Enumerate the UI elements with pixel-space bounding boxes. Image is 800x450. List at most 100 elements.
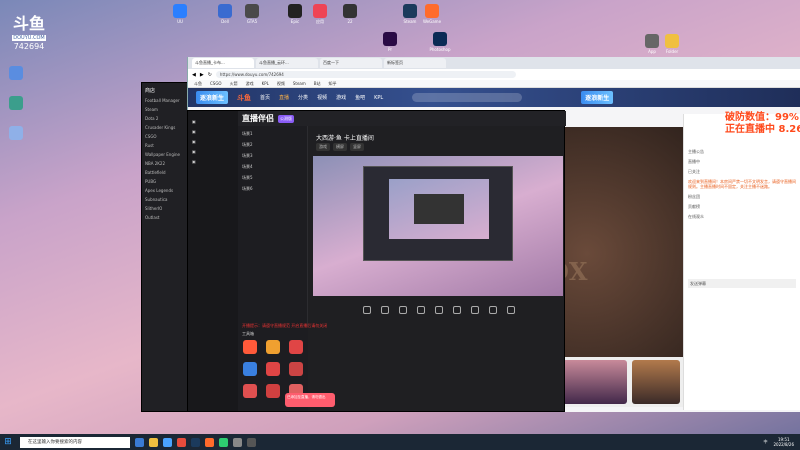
bookmark-item[interactable]: B站: [314, 80, 321, 87]
nav-item[interactable]: 游戏: [336, 94, 346, 101]
edge-icon[interactable]: [163, 437, 172, 447]
bookmark-item[interactable]: 游戏: [246, 80, 254, 87]
nested-preview: [363, 166, 513, 261]
tool-icon[interactable]: [266, 384, 280, 398]
douyu-logo-nav[interactable]: 斗鱼: [237, 93, 251, 103]
taskbar-search-input[interactable]: 在这里输入你要搜索的内容: [20, 436, 130, 448]
desktop-icon[interactable]: UU: [168, 4, 192, 24]
tool-icon[interactable]: [289, 340, 303, 354]
scene-item[interactable]: 场景3: [242, 153, 303, 159]
site-search-input[interactable]: [412, 93, 523, 102]
forward-icon[interactable]: ▶: [200, 72, 204, 78]
desktop-icon-image: [288, 4, 302, 18]
desktop-icon[interactable]: 22: [338, 4, 362, 24]
desktop-icon[interactable]: 应用: [308, 4, 332, 24]
desktop-icon-left-2[interactable]: [4, 96, 28, 111]
steam-icon[interactable]: [191, 437, 200, 447]
preview-title: 大西游·鱼 卡上直播间: [316, 135, 374, 142]
browser-tab[interactable]: 百度一下: [320, 58, 382, 68]
desktop-icon-left-1[interactable]: [4, 66, 28, 81]
screen-icon[interactable]: [381, 306, 389, 314]
image-icon[interactable]: [435, 306, 443, 314]
sidebar-item[interactable]: ▣: [192, 149, 234, 154]
scene-item[interactable]: 场景2: [242, 142, 303, 148]
bookmark-item[interactable]: 知乎: [329, 80, 337, 87]
nav-item[interactable]: KPL: [374, 95, 383, 101]
scene-item[interactable]: 场景5: [242, 175, 303, 181]
ime-indicator[interactable]: 中: [763, 439, 767, 445]
desktop-icon[interactable]: WeGame: [420, 4, 444, 24]
bookmark-item[interactable]: CSGO: [210, 80, 222, 87]
back-icon[interactable]: ◀: [192, 72, 196, 78]
scene-item[interactable]: 场景4: [242, 164, 303, 170]
bookmark-item[interactable]: 斗鱼: [194, 80, 202, 87]
sidebar-item[interactable]: ▣: [192, 139, 234, 144]
text-icon[interactable]: [453, 306, 461, 314]
desktop-icon[interactable]: Folder: [660, 34, 684, 54]
tool-icon[interactable]: [243, 384, 257, 398]
clock-date: 2022/8/26: [773, 442, 794, 447]
taskview-icon[interactable]: [135, 437, 144, 447]
preview-tab[interactable]: 游戏: [316, 143, 330, 151]
douyu-domain: DOUYU.COM: [12, 35, 46, 41]
wechat-icon[interactable]: [219, 437, 228, 447]
bookmark-item[interactable]: Steam: [293, 80, 306, 87]
desktop-icon[interactable]: GTA5: [240, 4, 264, 24]
desktop-icon[interactable]: Epic: [283, 4, 307, 24]
settings-icon[interactable]: [507, 306, 515, 314]
recommend-thumb[interactable]: [632, 360, 680, 404]
desktop-icon[interactable]: Photoshop: [428, 32, 452, 52]
beta-badge: 公测版: [278, 114, 294, 123]
sidebar-item[interactable]: ▣: [192, 159, 234, 164]
app-icon[interactable]: [233, 437, 242, 447]
douyu-icon[interactable]: [205, 437, 214, 447]
desktop-icon-image: [245, 4, 259, 18]
sidebar-item[interactable]: ▣: [192, 119, 234, 124]
bookmark-item[interactable]: 火箭: [230, 80, 238, 87]
stream-preview[interactable]: [313, 156, 563, 296]
desktop-icon-label: Steam: [403, 19, 417, 24]
desktop-icon-left-3[interactable]: [4, 126, 28, 141]
desktop-icon-label: 应用: [316, 19, 324, 24]
site-brand[interactable]: 逐浪新生: [196, 91, 229, 104]
danmu-input[interactable]: 发送弹幕: [688, 279, 796, 288]
clock[interactable]: 19:51 2022/8/26: [773, 437, 794, 447]
bookmark-item[interactable]: 视频: [277, 80, 285, 87]
room-number: 742694: [13, 42, 45, 51]
url-input[interactable]: https://www.douyu.com/742694: [215, 71, 516, 78]
desktop-icon[interactable]: Dell: [213, 4, 237, 24]
browser-tab[interactable]: 斗鱼直播_卡布...: [192, 58, 254, 68]
sidebar-item[interactable]: ▣: [192, 129, 234, 134]
browser-tab[interactable]: 斗鱼直播_云环...: [256, 58, 318, 68]
window-icon[interactable]: [399, 306, 407, 314]
desktop-icon[interactable]: Steam: [398, 4, 422, 24]
preview-tab[interactable]: 竖屏: [350, 143, 364, 151]
speaker-icon[interactable]: [489, 306, 497, 314]
site-navbar: 逐浪新生 斗鱼 首页 直播 分类 视频 游戏 鱼吧 KPL 逐浪新生: [188, 88, 800, 107]
explorer-icon[interactable]: [149, 437, 158, 447]
bookmark-item[interactable]: KPL: [262, 80, 269, 87]
tool-icon[interactable]: [243, 340, 257, 354]
scene-item[interactable]: 场景6: [242, 186, 303, 192]
nav-item[interactable]: 直播: [279, 94, 289, 101]
refresh-icon[interactable]: ↻: [208, 72, 212, 78]
preview-tab[interactable]: 横屏: [333, 143, 347, 151]
nav-item[interactable]: 分类: [298, 94, 308, 101]
nav-item[interactable]: 鱼吧: [355, 94, 365, 101]
app-icon[interactable]: [247, 437, 256, 447]
tool-icon[interactable]: [289, 362, 303, 376]
desktop-icon[interactable]: Pr: [378, 32, 402, 52]
game-icon[interactable]: [417, 306, 425, 314]
nav-item[interactable]: 视频: [317, 94, 327, 101]
scene-item[interactable]: 场景1: [242, 131, 303, 137]
mic-icon[interactable]: [471, 306, 479, 314]
windows-start-icon[interactable]: ⊞: [0, 434, 16, 450]
browser-tab[interactable]: 新标签页: [384, 58, 446, 68]
companion-status: 开播提示：请遵守直播规范 开启直播后请勿关闭: [242, 323, 328, 328]
tool-icon[interactable]: [266, 362, 280, 376]
tool-icon[interactable]: [266, 340, 280, 354]
tool-icon[interactable]: [243, 362, 257, 376]
chrome-icon[interactable]: [177, 437, 186, 447]
camera-icon[interactable]: [363, 306, 371, 314]
nav-item[interactable]: 首页: [260, 94, 270, 101]
